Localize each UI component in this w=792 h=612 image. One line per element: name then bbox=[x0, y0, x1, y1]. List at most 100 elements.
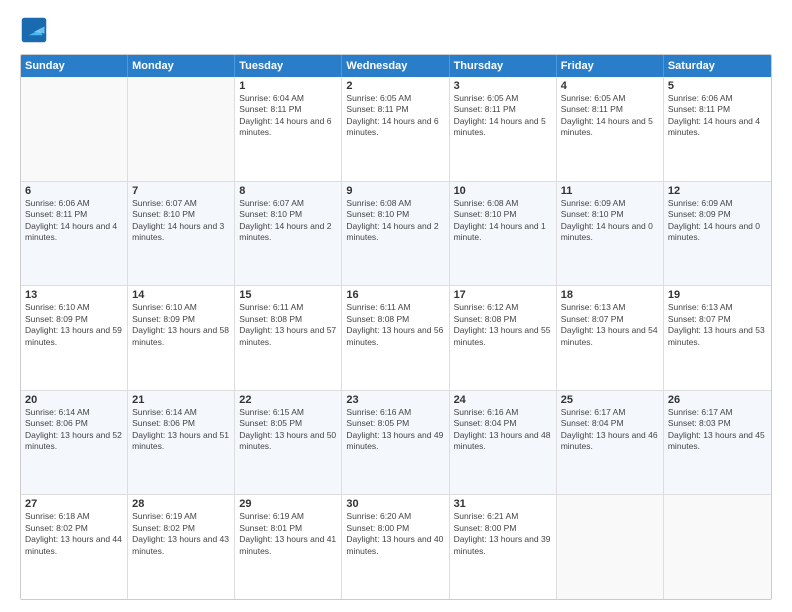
day-number: 17 bbox=[454, 289, 552, 301]
cell-sun-info: Sunrise: 6:13 AM Sunset: 8:07 PM Dayligh… bbox=[668, 302, 767, 348]
page-header bbox=[20, 16, 772, 44]
day-number: 30 bbox=[346, 498, 444, 510]
calendar-cell: 1Sunrise: 6:04 AM Sunset: 8:11 PM Daylig… bbox=[235, 77, 342, 181]
day-number: 15 bbox=[239, 289, 337, 301]
calendar-cell: 30Sunrise: 6:20 AM Sunset: 8:00 PM Dayli… bbox=[342, 495, 449, 599]
calendar-row-0: 1Sunrise: 6:04 AM Sunset: 8:11 PM Daylig… bbox=[21, 77, 771, 182]
cell-sun-info: Sunrise: 6:21 AM Sunset: 8:00 PM Dayligh… bbox=[454, 511, 552, 557]
calendar-header-saturday: Saturday bbox=[664, 55, 771, 77]
calendar-row-2: 13Sunrise: 6:10 AM Sunset: 8:09 PM Dayli… bbox=[21, 286, 771, 391]
cell-sun-info: Sunrise: 6:19 AM Sunset: 8:01 PM Dayligh… bbox=[239, 511, 337, 557]
day-number: 23 bbox=[346, 394, 444, 406]
day-number: 11 bbox=[561, 185, 659, 197]
calendar-cell: 8Sunrise: 6:07 AM Sunset: 8:10 PM Daylig… bbox=[235, 182, 342, 286]
cell-sun-info: Sunrise: 6:07 AM Sunset: 8:10 PM Dayligh… bbox=[239, 198, 337, 244]
calendar-header-tuesday: Tuesday bbox=[235, 55, 342, 77]
cell-sun-info: Sunrise: 6:09 AM Sunset: 8:09 PM Dayligh… bbox=[668, 198, 767, 244]
calendar-cell: 9Sunrise: 6:08 AM Sunset: 8:10 PM Daylig… bbox=[342, 182, 449, 286]
calendar-row-4: 27Sunrise: 6:18 AM Sunset: 8:02 PM Dayli… bbox=[21, 495, 771, 599]
cell-sun-info: Sunrise: 6:05 AM Sunset: 8:11 PM Dayligh… bbox=[346, 93, 444, 139]
calendar-header: SundayMondayTuesdayWednesdayThursdayFrid… bbox=[21, 55, 771, 77]
calendar-cell: 2Sunrise: 6:05 AM Sunset: 8:11 PM Daylig… bbox=[342, 77, 449, 181]
cell-sun-info: Sunrise: 6:08 AM Sunset: 8:10 PM Dayligh… bbox=[454, 198, 552, 244]
calendar-cell: 19Sunrise: 6:13 AM Sunset: 8:07 PM Dayli… bbox=[664, 286, 771, 390]
calendar-cell: 14Sunrise: 6:10 AM Sunset: 8:09 PM Dayli… bbox=[128, 286, 235, 390]
calendar-row-3: 20Sunrise: 6:14 AM Sunset: 8:06 PM Dayli… bbox=[21, 391, 771, 496]
calendar-cell: 15Sunrise: 6:11 AM Sunset: 8:08 PM Dayli… bbox=[235, 286, 342, 390]
cell-sun-info: Sunrise: 6:11 AM Sunset: 8:08 PM Dayligh… bbox=[239, 302, 337, 348]
calendar-cell bbox=[128, 77, 235, 181]
day-number: 8 bbox=[239, 185, 337, 197]
day-number: 16 bbox=[346, 289, 444, 301]
day-number: 29 bbox=[239, 498, 337, 510]
calendar-cell: 26Sunrise: 6:17 AM Sunset: 8:03 PM Dayli… bbox=[664, 391, 771, 495]
calendar-cell: 5Sunrise: 6:06 AM Sunset: 8:11 PM Daylig… bbox=[664, 77, 771, 181]
cell-sun-info: Sunrise: 6:05 AM Sunset: 8:11 PM Dayligh… bbox=[454, 93, 552, 139]
logo-icon bbox=[20, 16, 48, 44]
cell-sun-info: Sunrise: 6:17 AM Sunset: 8:03 PM Dayligh… bbox=[668, 407, 767, 453]
calendar-header-thursday: Thursday bbox=[450, 55, 557, 77]
day-number: 25 bbox=[561, 394, 659, 406]
cell-sun-info: Sunrise: 6:08 AM Sunset: 8:10 PM Dayligh… bbox=[346, 198, 444, 244]
cell-sun-info: Sunrise: 6:15 AM Sunset: 8:05 PM Dayligh… bbox=[239, 407, 337, 453]
calendar-cell: 22Sunrise: 6:15 AM Sunset: 8:05 PM Dayli… bbox=[235, 391, 342, 495]
calendar-cell: 16Sunrise: 6:11 AM Sunset: 8:08 PM Dayli… bbox=[342, 286, 449, 390]
calendar-cell: 23Sunrise: 6:16 AM Sunset: 8:05 PM Dayli… bbox=[342, 391, 449, 495]
day-number: 3 bbox=[454, 80, 552, 92]
calendar-cell: 4Sunrise: 6:05 AM Sunset: 8:11 PM Daylig… bbox=[557, 77, 664, 181]
cell-sun-info: Sunrise: 6:16 AM Sunset: 8:05 PM Dayligh… bbox=[346, 407, 444, 453]
calendar-cell: 13Sunrise: 6:10 AM Sunset: 8:09 PM Dayli… bbox=[21, 286, 128, 390]
calendar-cell: 31Sunrise: 6:21 AM Sunset: 8:00 PM Dayli… bbox=[450, 495, 557, 599]
calendar-cell: 10Sunrise: 6:08 AM Sunset: 8:10 PM Dayli… bbox=[450, 182, 557, 286]
logo bbox=[20, 16, 52, 44]
day-number: 10 bbox=[454, 185, 552, 197]
day-number: 9 bbox=[346, 185, 444, 197]
calendar-cell: 27Sunrise: 6:18 AM Sunset: 8:02 PM Dayli… bbox=[21, 495, 128, 599]
day-number: 4 bbox=[561, 80, 659, 92]
cell-sun-info: Sunrise: 6:16 AM Sunset: 8:04 PM Dayligh… bbox=[454, 407, 552, 453]
calendar-cell bbox=[21, 77, 128, 181]
day-number: 13 bbox=[25, 289, 123, 301]
cell-sun-info: Sunrise: 6:18 AM Sunset: 8:02 PM Dayligh… bbox=[25, 511, 123, 557]
cell-sun-info: Sunrise: 6:10 AM Sunset: 8:09 PM Dayligh… bbox=[25, 302, 123, 348]
day-number: 14 bbox=[132, 289, 230, 301]
calendar-cell: 25Sunrise: 6:17 AM Sunset: 8:04 PM Dayli… bbox=[557, 391, 664, 495]
cell-sun-info: Sunrise: 6:12 AM Sunset: 8:08 PM Dayligh… bbox=[454, 302, 552, 348]
calendar: SundayMondayTuesdayWednesdayThursdayFrid… bbox=[20, 54, 772, 600]
day-number: 19 bbox=[668, 289, 767, 301]
day-number: 27 bbox=[25, 498, 123, 510]
calendar-cell: 21Sunrise: 6:14 AM Sunset: 8:06 PM Dayli… bbox=[128, 391, 235, 495]
day-number: 31 bbox=[454, 498, 552, 510]
calendar-cell: 3Sunrise: 6:05 AM Sunset: 8:11 PM Daylig… bbox=[450, 77, 557, 181]
cell-sun-info: Sunrise: 6:13 AM Sunset: 8:07 PM Dayligh… bbox=[561, 302, 659, 348]
day-number: 7 bbox=[132, 185, 230, 197]
day-number: 2 bbox=[346, 80, 444, 92]
calendar-body: 1Sunrise: 6:04 AM Sunset: 8:11 PM Daylig… bbox=[21, 77, 771, 599]
calendar-cell: 18Sunrise: 6:13 AM Sunset: 8:07 PM Dayli… bbox=[557, 286, 664, 390]
calendar-cell bbox=[557, 495, 664, 599]
calendar-cell bbox=[664, 495, 771, 599]
cell-sun-info: Sunrise: 6:06 AM Sunset: 8:11 PM Dayligh… bbox=[25, 198, 123, 244]
calendar-header-friday: Friday bbox=[557, 55, 664, 77]
calendar-cell: 7Sunrise: 6:07 AM Sunset: 8:10 PM Daylig… bbox=[128, 182, 235, 286]
cell-sun-info: Sunrise: 6:14 AM Sunset: 8:06 PM Dayligh… bbox=[25, 407, 123, 453]
day-number: 5 bbox=[668, 80, 767, 92]
cell-sun-info: Sunrise: 6:17 AM Sunset: 8:04 PM Dayligh… bbox=[561, 407, 659, 453]
cell-sun-info: Sunrise: 6:05 AM Sunset: 8:11 PM Dayligh… bbox=[561, 93, 659, 139]
cell-sun-info: Sunrise: 6:04 AM Sunset: 8:11 PM Dayligh… bbox=[239, 93, 337, 139]
cell-sun-info: Sunrise: 6:06 AM Sunset: 8:11 PM Dayligh… bbox=[668, 93, 767, 139]
day-number: 21 bbox=[132, 394, 230, 406]
day-number: 28 bbox=[132, 498, 230, 510]
calendar-cell: 11Sunrise: 6:09 AM Sunset: 8:10 PM Dayli… bbox=[557, 182, 664, 286]
day-number: 22 bbox=[239, 394, 337, 406]
calendar-cell: 29Sunrise: 6:19 AM Sunset: 8:01 PM Dayli… bbox=[235, 495, 342, 599]
calendar-cell: 20Sunrise: 6:14 AM Sunset: 8:06 PM Dayli… bbox=[21, 391, 128, 495]
cell-sun-info: Sunrise: 6:10 AM Sunset: 8:09 PM Dayligh… bbox=[132, 302, 230, 348]
calendar-cell: 17Sunrise: 6:12 AM Sunset: 8:08 PM Dayli… bbox=[450, 286, 557, 390]
calendar-cell: 6Sunrise: 6:06 AM Sunset: 8:11 PM Daylig… bbox=[21, 182, 128, 286]
calendar-header-monday: Monday bbox=[128, 55, 235, 77]
cell-sun-info: Sunrise: 6:19 AM Sunset: 8:02 PM Dayligh… bbox=[132, 511, 230, 557]
day-number: 12 bbox=[668, 185, 767, 197]
calendar-header-sunday: Sunday bbox=[21, 55, 128, 77]
day-number: 6 bbox=[25, 185, 123, 197]
